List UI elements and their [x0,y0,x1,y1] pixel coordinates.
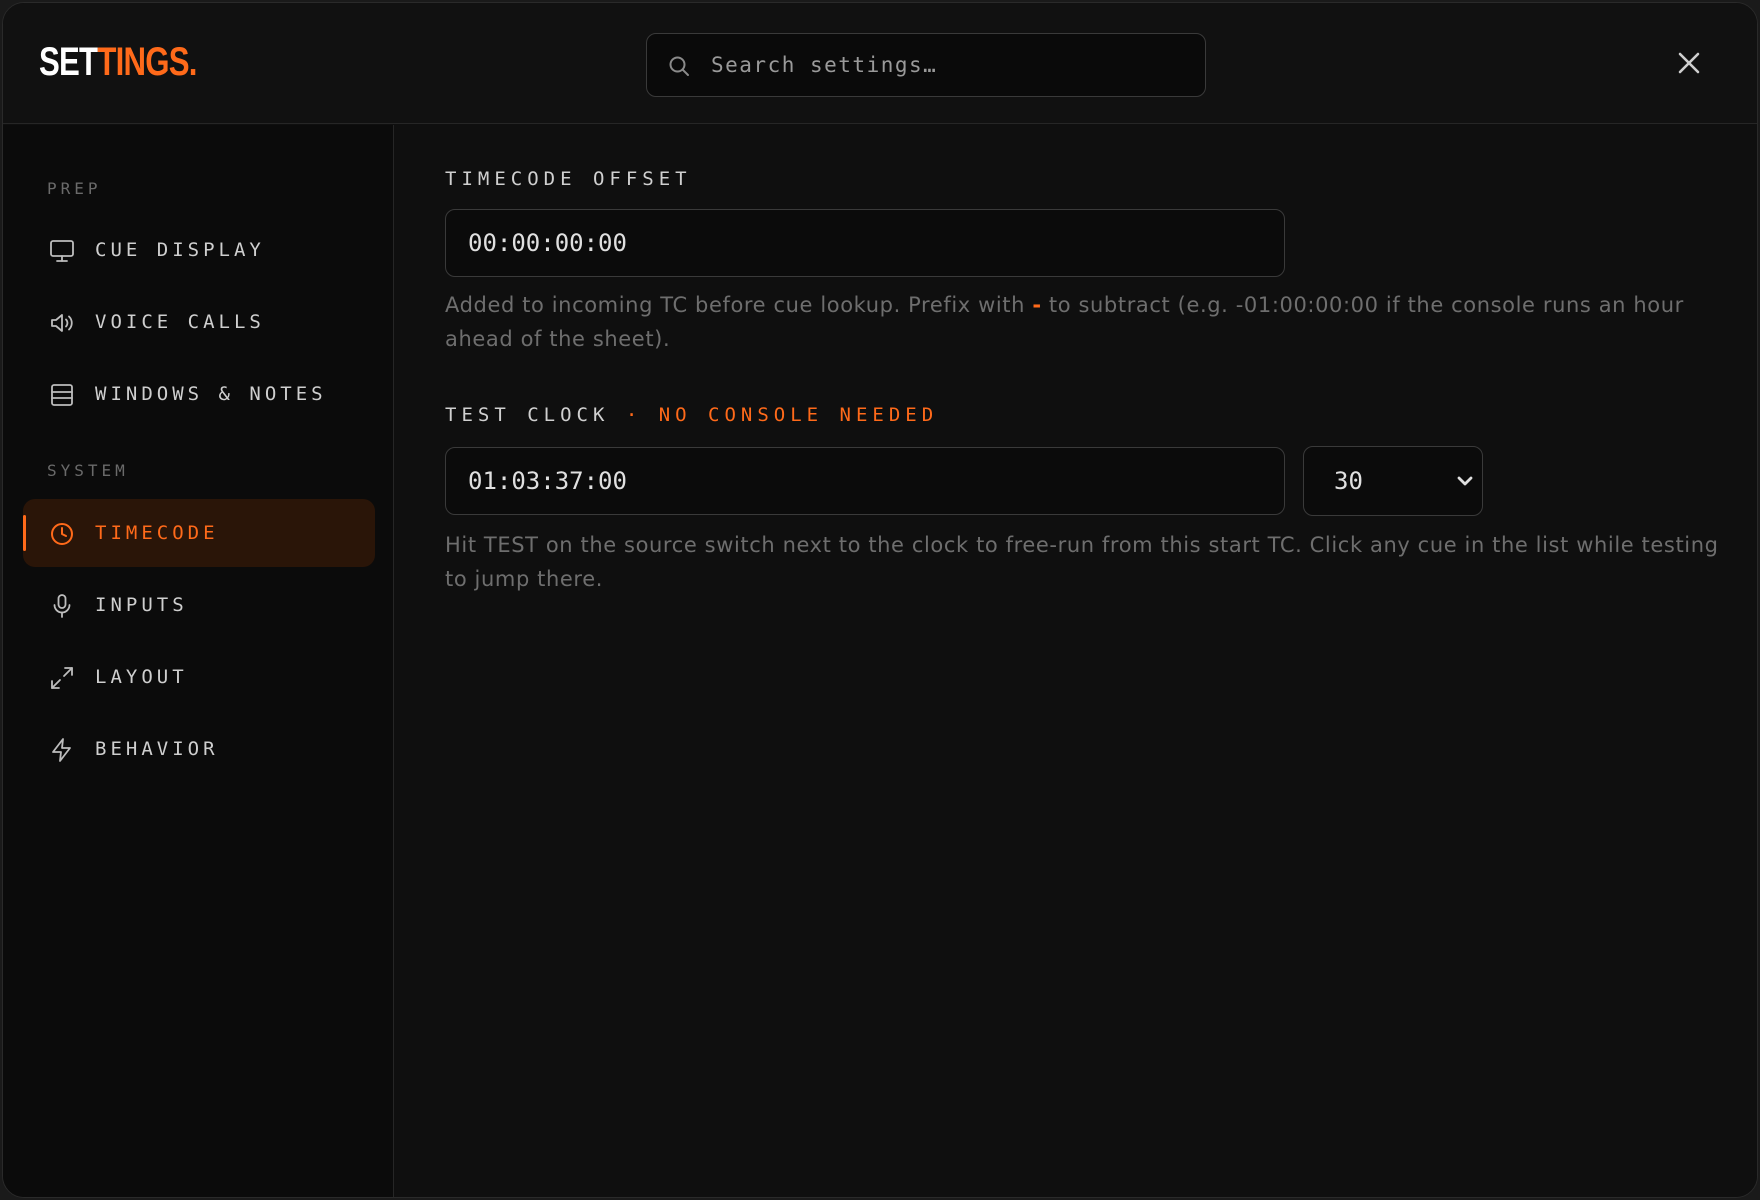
lightning-icon [52,738,71,762]
logo-part-2: TINGS. [97,40,197,84]
sidebar-item-windows-notes[interactable]: WINDOWS & NOTES [23,360,375,428]
panels-icon [51,384,73,406]
test-clock-label-accent: · NO CONSOLE NEEDED [625,404,939,426]
sidebar-item-label: CUE DISPLAY [95,239,265,261]
offset-help-text: Added to incoming TC before cue lookup. … [445,293,1033,317]
search-icon [669,56,689,76]
test-clock-start-input[interactable] [445,447,1285,515]
expand-icon [51,667,73,689]
search-box[interactable] [646,33,1206,97]
chevron-down-icon [1457,476,1473,486]
search-input[interactable] [711,34,1191,96]
main-content: TIMECODE OFFSET Added to incoming TC bef… [395,125,1757,1197]
timecode-offset-help: Added to incoming TC before cue lookup. … [445,288,1735,356]
settings-window: SETTINGS. PREP CUE DISPLAY [2,2,1758,1198]
sidebar: PREP CUE DISPLAY VOICE CALLS WINDOWS & N… [3,125,394,1197]
offset-help-dash: - [1032,293,1042,317]
sidebar-item-label: INPUTS [95,594,188,616]
clock-icon [51,523,73,545]
section-label-system: SYSTEM [47,461,129,480]
sidebar-item-label: LAYOUT [95,666,188,688]
test-clock-label-text: TEST CLOCK [445,404,610,426]
close-icon[interactable] [1675,49,1703,77]
section-label-prep: PREP [47,179,102,198]
sidebar-item-label: VOICE CALLS [95,311,265,333]
timecode-offset-input[interactable] [445,209,1285,277]
logo-part-1: SET [39,40,98,84]
sidebar-item-voice-calls[interactable]: VOICE CALLS [23,288,375,356]
microphone-icon [53,594,71,618]
sidebar-item-timecode[interactable]: TIMECODE [23,499,375,567]
speaker-icon [51,314,73,332]
sidebar-item-inputs[interactable]: INPUTS [23,571,375,639]
timecode-offset-label: TIMECODE OFFSET [445,168,692,190]
sidebar-item-label: TIMECODE [95,522,219,544]
settings-logo: SETTINGS. [39,39,197,85]
sidebar-item-behavior[interactable]: BEHAVIOR [23,715,375,783]
test-clock-label: TEST CLOCK · NO CONSOLE NEEDED [445,404,938,426]
monitor-icon [50,240,74,262]
sidebar-item-cue-display[interactable]: CUE DISPLAY [23,216,375,284]
sidebar-item-layout[interactable]: LAYOUT [23,643,375,711]
settings-header: SETTINGS. [3,3,1757,124]
fps-select-value: 30 [1334,467,1363,495]
fps-select[interactable]: 30 [1303,446,1483,516]
sidebar-item-label: WINDOWS & NOTES [95,383,327,405]
test-clock-help: Hit TEST on the source switch next to th… [445,533,1719,591]
sidebar-item-label: BEHAVIOR [95,738,219,760]
